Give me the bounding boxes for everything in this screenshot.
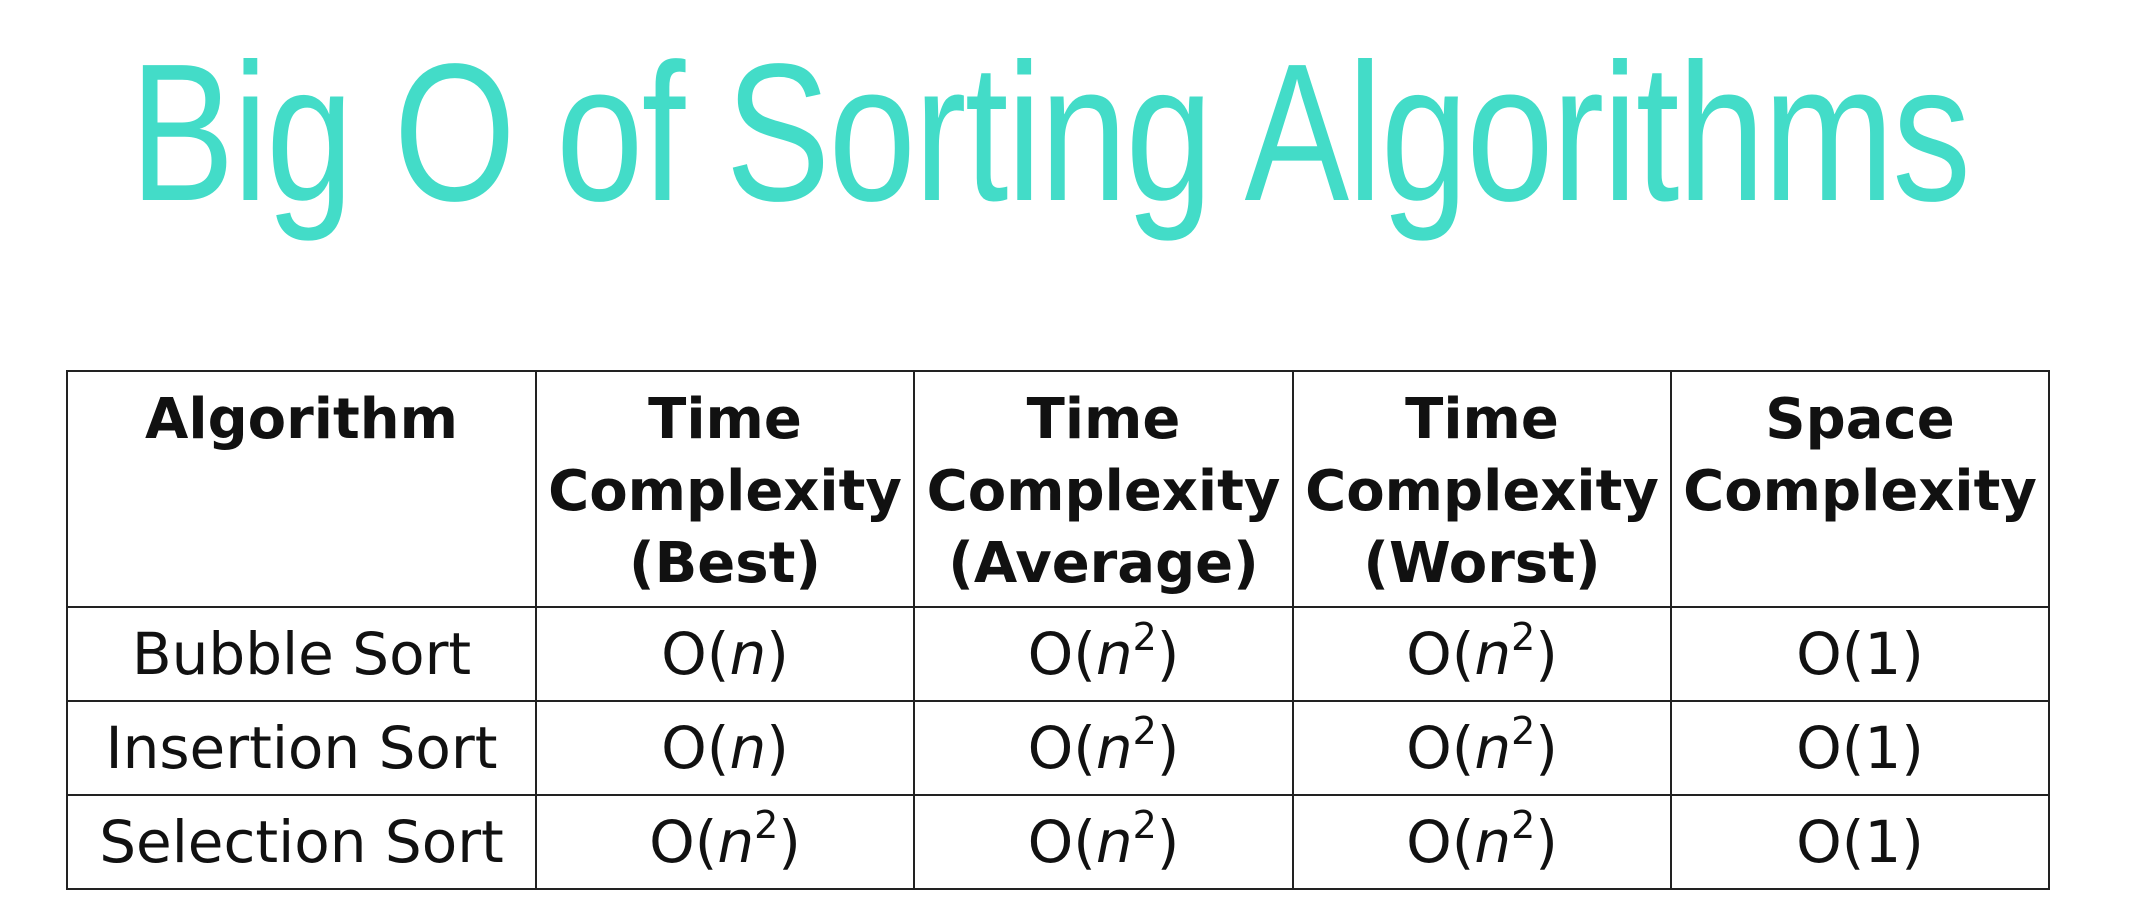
notation-exponent: 2 xyxy=(1132,802,1157,847)
cell-time-average: O(n2) xyxy=(913,794,1294,890)
header-time-average: Time Complexity (Average) xyxy=(913,370,1294,608)
notation-suffix: ) xyxy=(1535,714,1558,782)
notation-prefix: O( xyxy=(649,808,718,876)
header-time-worst: Time Complexity (Worst) xyxy=(1292,370,1672,608)
header-algorithm: Algorithm xyxy=(66,370,537,608)
cell-time-best: O(n) xyxy=(535,700,915,796)
header-line: Time xyxy=(1405,387,1559,452)
cell-time-average: O(n2) xyxy=(913,700,1294,796)
notation-prefix: O( xyxy=(1027,620,1096,688)
header-time-best: Time Complexity (Best) xyxy=(535,370,915,608)
notation-exponent: 2 xyxy=(1132,614,1157,659)
table-row: Bubble Sort O(n) O(n2) O(n2) O(1) xyxy=(66,606,2050,702)
notation-suffix: ) xyxy=(1156,808,1180,876)
header-line: Complexity xyxy=(1683,459,2037,524)
header-space: Space Complexity xyxy=(1670,370,2050,608)
cell-time-best: O(n2) xyxy=(535,794,915,890)
notation-prefix: O( xyxy=(1406,808,1475,876)
header-line: Complexity xyxy=(1305,459,1659,524)
notation-prefix: O( xyxy=(661,714,730,782)
table-row: Selection Sort O(n2) O(n2) O(n2) O(1) xyxy=(66,794,2050,890)
cell-time-worst: O(n2) xyxy=(1292,606,1672,702)
header-line: Time xyxy=(1026,387,1181,452)
notation-variable: n xyxy=(1095,808,1133,876)
notation-suffix: ) xyxy=(1156,714,1180,782)
cell-algorithm: Selection Sort xyxy=(66,794,537,890)
cell-space: O(1) xyxy=(1670,606,2050,702)
cell-time-average: O(n2) xyxy=(913,606,1294,702)
notation-prefix: O(1) xyxy=(1796,620,1924,688)
notation-exponent: 2 xyxy=(1511,614,1536,659)
table-header-row: Algorithm Time Complexity (Best) Time Co… xyxy=(66,370,2050,608)
notation-prefix: O(1) xyxy=(1796,808,1924,876)
notation-variable: n xyxy=(1474,620,1512,688)
notation-suffix: ) xyxy=(1535,808,1558,876)
notation-prefix: O( xyxy=(1406,714,1475,782)
notation-variable: n xyxy=(729,620,767,688)
cell-space: O(1) xyxy=(1670,700,2050,796)
cell-time-best: O(n) xyxy=(535,606,915,702)
cell-algorithm: Bubble Sort xyxy=(66,606,537,702)
cell-time-worst: O(n2) xyxy=(1292,700,1672,796)
header-line: Time xyxy=(648,387,802,452)
header-line: (Worst) xyxy=(1363,531,1601,596)
header-line: (Best) xyxy=(629,531,821,596)
notation-suffix: ) xyxy=(766,620,789,688)
notation-suffix: ) xyxy=(766,714,789,782)
notation-suffix: ) xyxy=(1156,620,1180,688)
notation-variable: n xyxy=(1474,808,1512,876)
page-title: Big O of Sorting Algorithms xyxy=(130,23,1971,242)
notation-prefix: O(1) xyxy=(1796,714,1924,782)
notation-variable: n xyxy=(1095,620,1133,688)
notation-prefix: O( xyxy=(661,620,730,688)
notation-variable: n xyxy=(1095,714,1133,782)
cell-space: O(1) xyxy=(1670,794,2050,890)
notation-suffix: ) xyxy=(1535,620,1558,688)
header-line: Space xyxy=(1765,387,1955,452)
notation-variable: n xyxy=(1474,714,1512,782)
notation-exponent: 2 xyxy=(754,802,779,847)
header-line: Complexity xyxy=(926,459,1281,524)
complexity-table: Algorithm Time Complexity (Best) Time Co… xyxy=(66,370,2050,890)
header-line: (Average) xyxy=(948,531,1259,596)
header-line: Complexity xyxy=(548,459,902,524)
header-line: Algorithm xyxy=(145,387,458,452)
notation-variable: n xyxy=(729,714,767,782)
notation-prefix: O( xyxy=(1406,620,1475,688)
cell-algorithm: Insertion Sort xyxy=(66,700,537,796)
notation-exponent: 2 xyxy=(1132,708,1157,753)
notation-suffix: ) xyxy=(778,808,801,876)
table-row: Insertion Sort O(n) O(n2) O(n2) O(1) xyxy=(66,700,2050,796)
notation-variable: n xyxy=(717,808,755,876)
notation-prefix: O( xyxy=(1027,714,1096,782)
cell-time-worst: O(n2) xyxy=(1292,794,1672,890)
notation-exponent: 2 xyxy=(1511,802,1536,847)
notation-exponent: 2 xyxy=(1511,708,1536,753)
notation-prefix: O( xyxy=(1027,808,1096,876)
